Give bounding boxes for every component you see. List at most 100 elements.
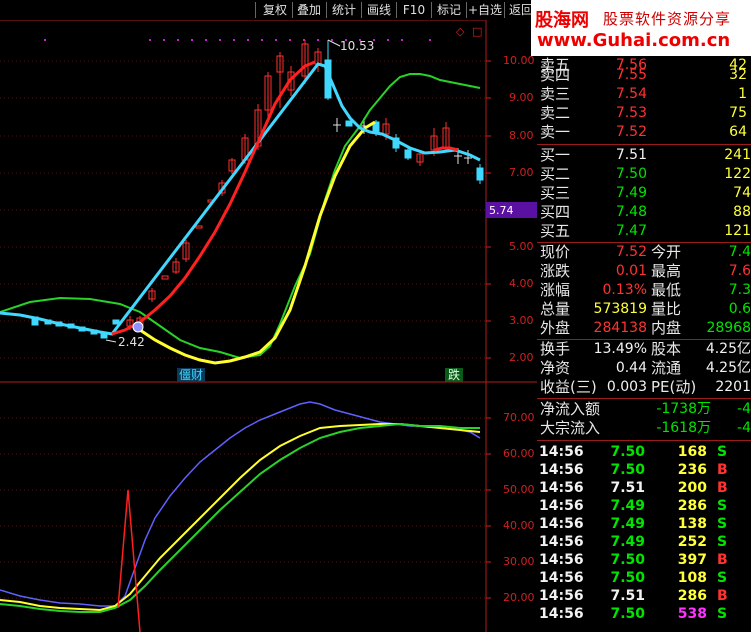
ind-yellow-line	[0, 423, 481, 612]
flow-row-block: 大宗流入 -1618万 -4	[540, 419, 751, 437]
tick-time: 14:56	[539, 552, 584, 568]
price-axis-3: 3.00	[509, 314, 534, 327]
tick-price: 7.51	[610, 480, 645, 496]
tick-volume: 108	[677, 570, 707, 586]
overlay-button[interactable]: 叠加	[294, 2, 324, 18]
stat-row-volume: 总量 573819 量比 0.6	[540, 300, 751, 318]
stat-row-change: 涨跌 0.01 最高 7.6	[540, 262, 751, 280]
ind-axis-20: 20.00	[503, 591, 535, 604]
bid-row-4[interactable]: 买四 7.48 88	[537, 203, 751, 222]
stat-row-price: 现价 7.52 今开 7.4	[540, 243, 751, 261]
ind-axis-60: 60.00	[503, 447, 535, 460]
main-grid	[0, 60, 486, 359]
tick-side: S	[717, 516, 728, 532]
bid-row-2[interactable]: 买二 7.50 122	[537, 165, 751, 184]
ask-row-2[interactable]: 卖二 7.53 75	[537, 104, 751, 123]
ind-green-line	[0, 422, 480, 613]
ma-green-line	[0, 73, 481, 360]
price-axis-8: 8.00	[509, 129, 534, 142]
bid-row-3[interactable]: 买三 7.49 74	[537, 184, 751, 203]
tick-side: S	[717, 606, 728, 622]
tick-volume: 200	[677, 480, 707, 496]
tick-time: 14:56	[539, 534, 584, 550]
statistics-button[interactable]: 统计	[329, 2, 359, 18]
tick-price: 7.49	[610, 534, 645, 550]
signal-dot[interactable]	[132, 321, 144, 333]
mark-button[interactable]: 标记	[434, 2, 464, 18]
tick-volume: 252	[677, 534, 707, 550]
ind-axis-40: 40.00	[503, 519, 535, 532]
logo-name: 股海网	[535, 10, 589, 31]
site-logo: 股海网 股票软件资源分享 www.Guhai.com.cn	[531, 0, 751, 56]
tick-row: 14:56 7.49 252 S	[537, 533, 751, 551]
tick-side: B	[717, 552, 728, 568]
tick-row: 14:56 7.50 108 S	[537, 569, 751, 587]
tick-time: 14:56	[539, 462, 584, 478]
ask-row-1[interactable]: 卖一 7.52 64	[537, 123, 751, 142]
candles	[31, 40, 484, 339]
stat-row-net: 净资 0.44 流通 4.25亿	[540, 359, 751, 377]
ind-axis-70: 70.00	[503, 411, 535, 424]
tick-time: 14:56	[539, 606, 584, 622]
ind-grid	[0, 417, 486, 599]
price-axis-4: 4.00	[509, 277, 534, 290]
sell-signal-label: 跌	[448, 367, 460, 382]
price-axis-5: 5.00	[509, 240, 534, 253]
diamond-icon: ◇	[456, 25, 465, 38]
tick-time: 14:56	[539, 480, 584, 496]
tick-price: 7.50	[610, 570, 645, 586]
f10-button[interactable]: F10	[400, 2, 428, 18]
ind-axis-labels: 70.00 60.00 50.00 40.00 30.00 20.00	[503, 411, 535, 604]
tick-volume: 286	[677, 588, 707, 604]
square-icon: □	[472, 25, 482, 38]
ind-blue-line	[0, 401, 481, 607]
price-axis-7: 7.00	[509, 166, 534, 179]
tick-row: 14:56 7.51 200 B	[537, 479, 751, 497]
tick-row: 14:56 7.51 286 B	[537, 587, 751, 605]
trend-cyan-line	[0, 62, 481, 336]
tick-row: 14:56 7.50 236 B	[537, 461, 751, 479]
bid-row-5[interactable]: 买五 7.47 121	[537, 222, 751, 241]
tick-side: B	[717, 480, 728, 496]
ask-row-3[interactable]: 卖三 7.54 1	[537, 85, 751, 104]
tick-side: B	[717, 462, 728, 478]
tick-time: 14:56	[539, 444, 584, 460]
tick-side: S	[717, 444, 728, 460]
tick-price: 7.50	[610, 606, 645, 622]
tick-price: 7.50	[610, 552, 645, 568]
tick-price: 7.49	[610, 516, 645, 532]
tick-volume: 538	[677, 606, 707, 622]
tick-volume: 138	[677, 516, 707, 532]
tick-volume: 286	[677, 498, 707, 514]
tick-volume: 236	[677, 462, 707, 478]
tick-volume: 397	[677, 552, 707, 568]
stat-row-eps: 收益(三) 0.003 PE(动) 2201	[540, 378, 751, 396]
price-axis-9: 9.00	[509, 91, 534, 104]
fuquan-button[interactable]: 复权	[260, 2, 290, 18]
ind-axis-50: 50.00	[503, 483, 535, 496]
tick-volume: 168	[677, 444, 707, 460]
ask-row-4[interactable]: 卖四 7.55 32	[537, 66, 751, 85]
flow-row-net: 净流入额 -1738万 -4	[540, 400, 751, 418]
price-axis-2: 2.00	[509, 351, 534, 364]
stat-row-pct: 涨幅 0.13% 最低 7.3	[540, 281, 751, 299]
tick-price: 7.49	[610, 498, 645, 514]
current-price-marker-text: 5.74	[489, 204, 514, 217]
tick-price: 7.50	[610, 462, 645, 478]
logo-slogan: 股票软件资源分享	[603, 10, 732, 28]
draw-line-button[interactable]: 画线	[364, 2, 394, 18]
quote-panel: 卖五 7.56 42 卖四 7.55 32 卖三 7.54 1 卖二 7.53 …	[537, 56, 751, 632]
add-watchlist-button[interactable]: +自选	[467, 2, 503, 18]
tick-side: S	[717, 498, 728, 514]
tick-price: 7.51	[610, 588, 645, 604]
tick-row: 14:56 7.50 397 B	[537, 551, 751, 569]
bid-row-1[interactable]: 买一 7.51 241	[537, 146, 751, 165]
tick-row: 14:56 7.50 168 S	[537, 443, 751, 461]
price-axis-10: 10.00	[503, 54, 535, 67]
stat-row-outer: 外盘 284138 内盘 28968	[540, 319, 751, 337]
kline-chart[interactable]: ◇ □ 10.53 2.42 僵财 跌 10.00 9.00 8.00 7.00…	[0, 0, 537, 632]
tick-row: 14:56 7.49 138 S	[537, 515, 751, 533]
tick-row: 14:56 7.49 286 S	[537, 497, 751, 515]
low-price-label: 2.42	[118, 335, 145, 349]
logo-url: www.Guhai.com.cn	[537, 30, 731, 51]
